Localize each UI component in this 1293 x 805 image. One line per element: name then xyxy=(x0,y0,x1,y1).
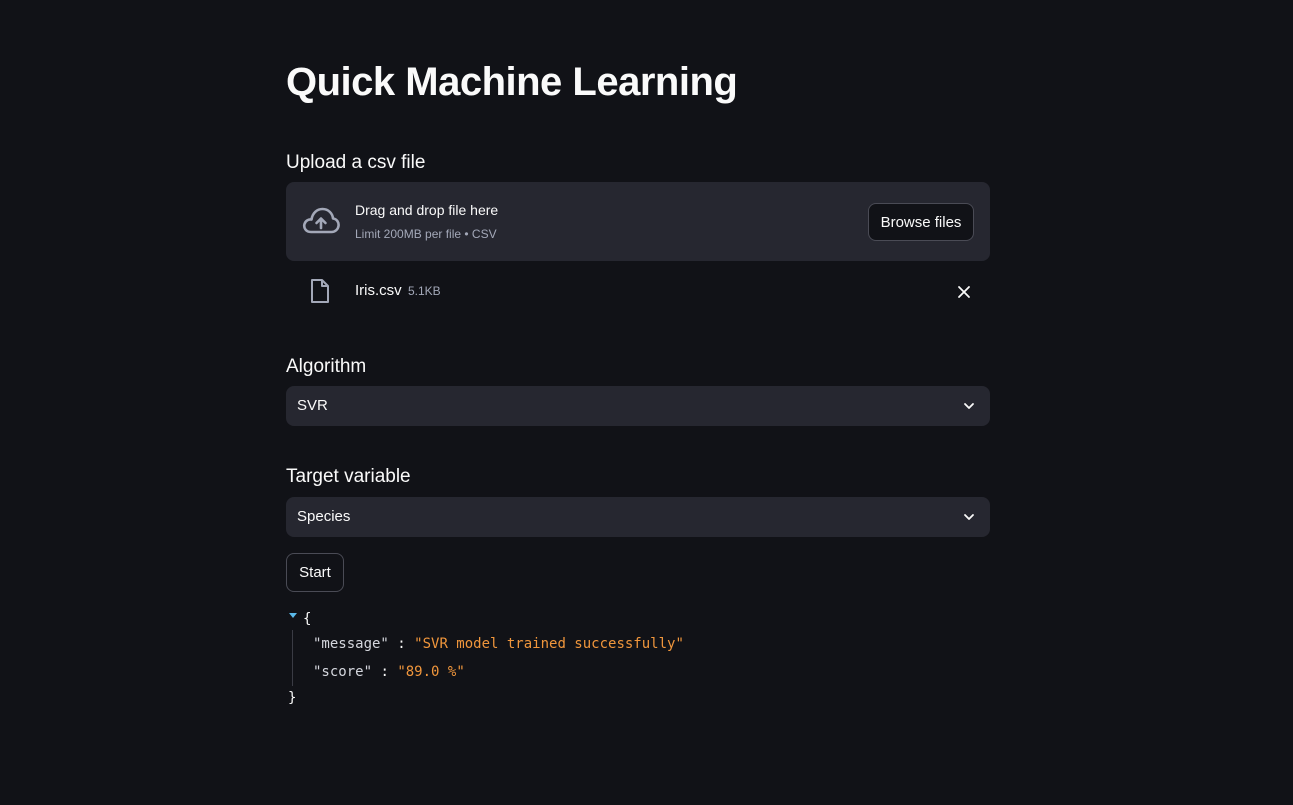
json-value: "SVR model trained successfully" xyxy=(414,636,684,652)
json-indent-guide xyxy=(292,630,293,686)
browse-files-button[interactable]: Browse files xyxy=(868,203,974,241)
algorithm-selected-value: SVR xyxy=(297,397,328,414)
file-dropzone[interactable]: Drag and drop file here Limit 200MB per … xyxy=(286,182,990,261)
dropzone-title: Drag and drop file here xyxy=(355,202,499,218)
file-size: 5.1KB xyxy=(408,284,441,298)
algorithm-label: Algorithm xyxy=(286,356,367,377)
target-variable-label: Target variable xyxy=(286,466,411,487)
json-close-brace: } xyxy=(288,690,297,706)
dropzone-limit: Limit 200MB per file • CSV xyxy=(355,227,497,241)
cloud-upload-icon xyxy=(302,207,340,234)
collapse-triangle-icon[interactable] xyxy=(288,612,298,620)
page-title: Quick Machine Learning xyxy=(286,60,738,104)
file-name: Iris.csv xyxy=(355,282,402,299)
chevron-down-icon xyxy=(964,403,974,409)
json-open-brace: { xyxy=(303,611,312,627)
algorithm-select[interactable]: SVR xyxy=(286,386,990,426)
uploaded-file-row: Iris.csv 5.1KB xyxy=(286,275,990,309)
json-value: "89.0 %" xyxy=(397,664,465,680)
start-button[interactable]: Start xyxy=(286,553,344,592)
json-key: "message" xyxy=(313,636,389,652)
chevron-down-icon xyxy=(964,514,974,520)
upload-label: Upload a csv file xyxy=(286,152,426,173)
json-row-score: "score" : "89.0 %" xyxy=(313,664,465,680)
remove-file-icon[interactable] xyxy=(956,284,972,300)
json-row-message: "message" : "SVR model trained successfu… xyxy=(313,636,684,652)
dropzone-instructions: Drag and drop file here Limit 200MB per … xyxy=(355,202,498,241)
target-selected-value: Species xyxy=(297,508,351,525)
json-key: "score" xyxy=(313,664,373,680)
file-icon xyxy=(311,279,329,303)
target-variable-select[interactable]: Species xyxy=(286,497,990,537)
